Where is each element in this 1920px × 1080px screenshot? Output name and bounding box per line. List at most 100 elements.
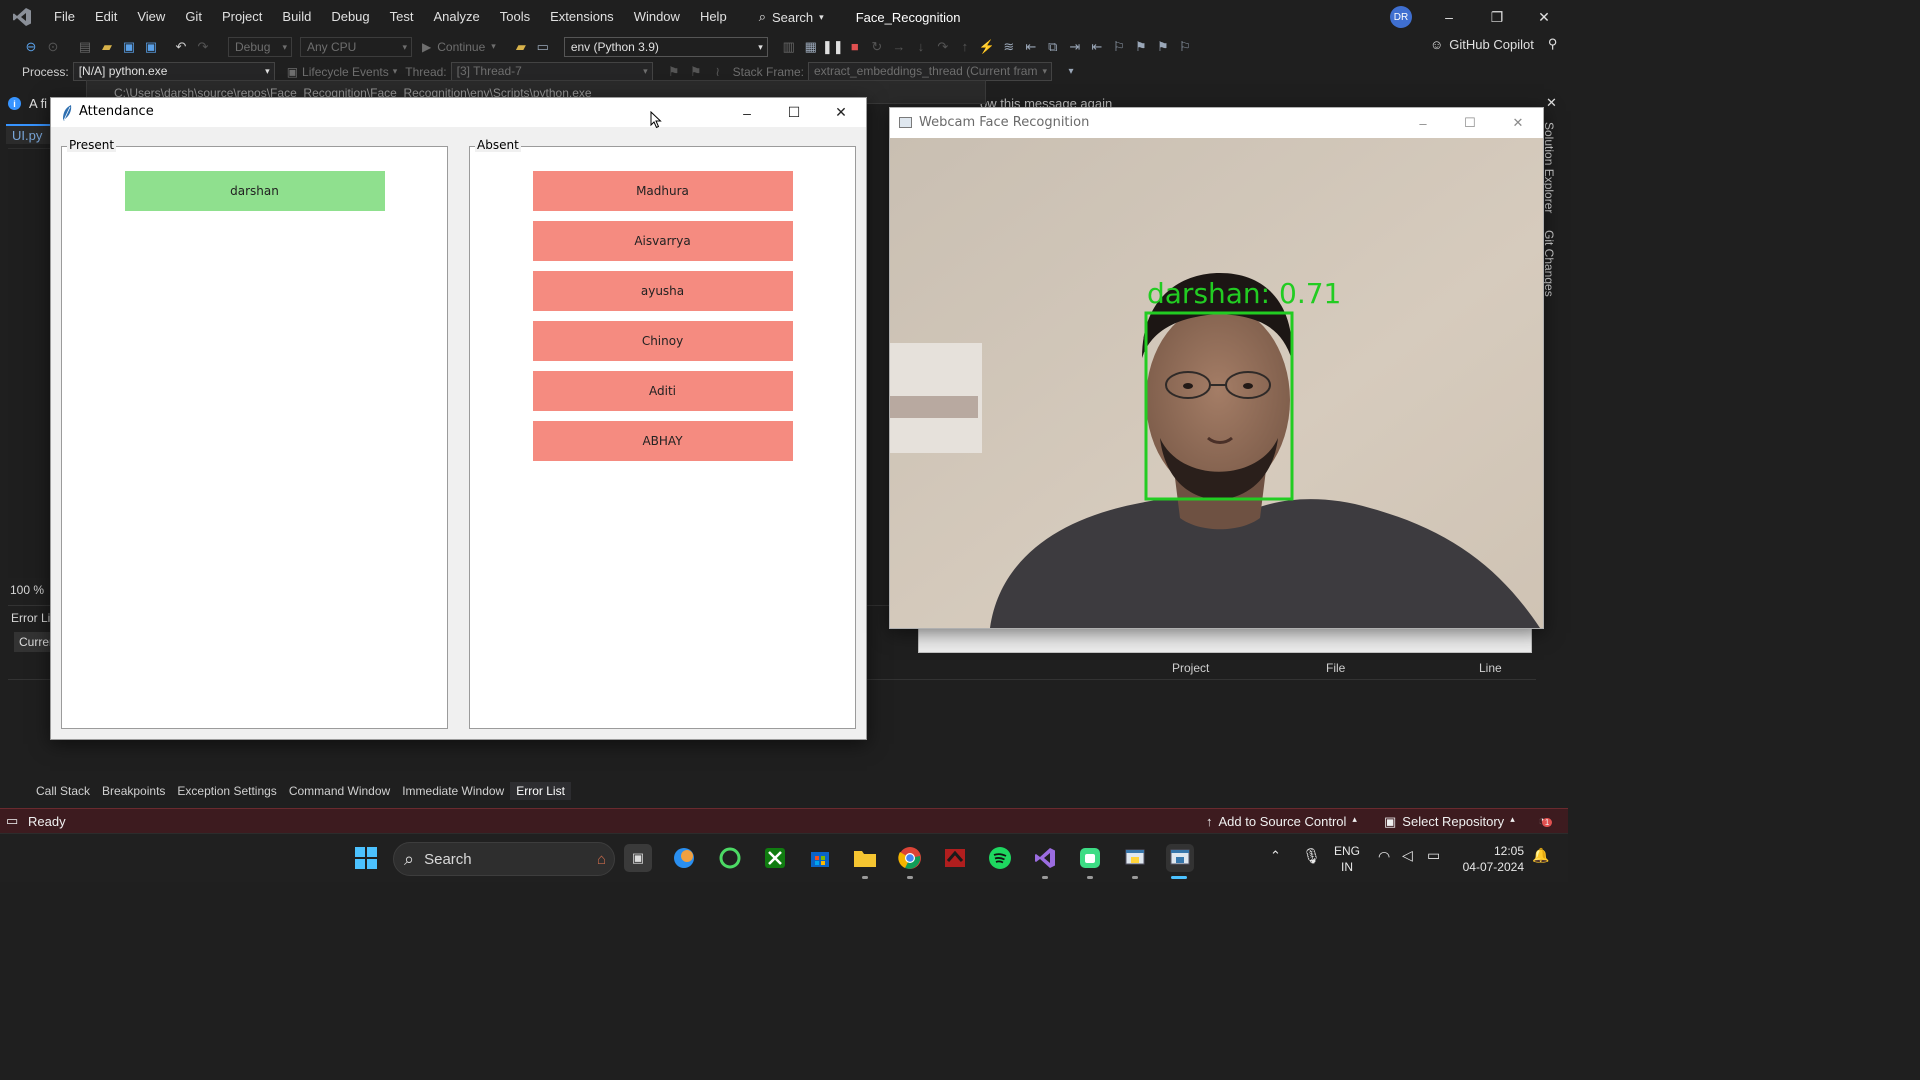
tab-command-window[interactable]: Command Window <box>283 782 396 800</box>
step-over-icon[interactable]: ↷ <box>932 36 954 58</box>
package-icon[interactable]: ▥ <box>778 36 800 58</box>
lifecycle-events-button[interactable]: ▣ Lifecycle Events ▾ <box>287 65 398 79</box>
minimize-button[interactable]: – <box>1426 0 1472 34</box>
task-view-icon[interactable]: ▣ <box>624 844 652 872</box>
tab-exception-settings[interactable]: Exception Settings <box>171 782 282 800</box>
undo-icon[interactable]: ↶ <box>170 36 192 58</box>
file-explorer-icon[interactable] <box>851 844 879 872</box>
webcam-maximize-button[interactable]: ☐ <box>1447 108 1493 138</box>
absent-person[interactable]: ayusha <box>532 271 793 311</box>
tab-error-list[interactable]: Error List <box>510 782 571 800</box>
redo-icon[interactable]: ↷ <box>192 36 214 58</box>
system-clock[interactable]: 12:05 04-07-2024 <box>1458 843 1524 875</box>
refresh-app-icon[interactable] <box>716 844 744 872</box>
attendance-minimize-button[interactable]: – <box>724 98 770 127</box>
menu-git[interactable]: Git <box>175 0 212 34</box>
add-to-source-control-button[interactable]: ↑ Add to Source Control ▴ <box>1206 814 1357 829</box>
battery-icon[interactable]: ▭ <box>1427 847 1440 864</box>
menu-edit[interactable]: Edit <box>85 0 127 34</box>
present-person[interactable]: darshan <box>124 171 385 211</box>
python-app-icon[interactable] <box>1121 844 1149 872</box>
comment-icon[interactable]: ⧉ <box>1042 36 1064 58</box>
menu-window[interactable]: Window <box>624 0 690 34</box>
menu-view[interactable]: View <box>127 0 175 34</box>
environment-dropdown[interactable]: env (Python 3.9) ▾ <box>563 36 768 57</box>
notifications-icon[interactable]: ◔1 <box>1538 813 1553 828</box>
continue-button[interactable]: ▶ Continue ▾ <box>422 40 496 54</box>
taskbar-search[interactable]: ⌕ Search ⌂ <box>393 842 615 876</box>
step-out-icon[interactable]: ↑ <box>954 36 976 58</box>
github-copilot-button[interactable]: ☺ GitHub Copilot ⚲ <box>1430 36 1557 52</box>
show-hidden-icons-icon[interactable]: ⌃ <box>1270 848 1281 864</box>
absent-person[interactable]: Madhura <box>532 171 793 211</box>
bookmark-icon[interactable]: ⚐ <box>1108 36 1130 58</box>
menu-tools[interactable]: Tools <box>490 0 540 34</box>
spotify-icon[interactable] <box>986 844 1014 872</box>
volume-icon[interactable]: ◁ <box>1402 847 1413 864</box>
xbox-icon[interactable] <box>761 844 789 872</box>
menu-file[interactable]: File <box>44 0 85 34</box>
forward-icon[interactable]: ⊙ <box>42 36 64 58</box>
diagnostics-icon[interactable]: ≋ <box>998 36 1020 58</box>
git-changes-tab[interactable]: Git Changes <box>1542 230 1556 297</box>
restore-button[interactable]: ❐ <box>1474 0 1520 34</box>
chrome-icon[interactable] <box>896 844 924 872</box>
absent-person[interactable]: Aditi <box>532 371 793 411</box>
store-icon[interactable] <box>806 844 834 872</box>
webcam-close-button[interactable]: ✕ <box>1495 108 1541 138</box>
hot-reload-icon[interactable]: ⚡ <box>976 36 998 58</box>
new-project-icon[interactable]: ▤ <box>74 36 96 58</box>
thread-dropdown[interactable]: [3] Thread-7 ▾ <box>450 62 653 81</box>
solution-explorer-tab[interactable]: Solution Explorer <box>1542 122 1556 213</box>
absent-person[interactable]: Chinoy <box>532 321 793 361</box>
process-dropdown[interactable]: [N/A] python.exe ▾ <box>72 62 275 81</box>
tab-breakpoints[interactable]: Breakpoints <box>96 782 171 800</box>
bookmark-next-icon[interactable]: ⚑ <box>1152 36 1174 58</box>
attendance-maximize-button[interactable]: ☐ <box>771 98 817 127</box>
menu-build[interactable]: Build <box>272 0 321 34</box>
layout-icon[interactable]: ▭ <box>532 36 554 58</box>
menu-help[interactable]: Help <box>690 0 737 34</box>
menu-test[interactable]: Test <box>380 0 424 34</box>
pause-icon[interactable]: ❚❚ <box>822 36 844 58</box>
stop-icon[interactable]: ■ <box>844 36 866 58</box>
input-language[interactable]: ENG IN <box>1334 843 1360 875</box>
menu-project[interactable]: Project <box>212 0 272 34</box>
absent-person[interactable]: ABHAY <box>532 421 793 461</box>
tab-immediate-window[interactable]: Immediate Window <box>396 782 510 800</box>
format-icon[interactable]: ⇤ <box>1020 36 1042 58</box>
browse-icon[interactable]: ▰ <box>510 36 532 58</box>
wifi-icon[interactable]: ◠ <box>1378 848 1390 865</box>
vs-search-button[interactable]: ⌕ Search ▾ <box>751 9 832 25</box>
avatar[interactable]: DR <box>1390 6 1412 28</box>
copilot-icon[interactable] <box>670 844 698 872</box>
android-app-icon[interactable] <box>1076 844 1104 872</box>
notification-center-icon[interactable]: 🔔 <box>1532 847 1549 864</box>
microphone-icon[interactable]: 🎙 <box>1302 847 1321 865</box>
restart-icon[interactable]: ↻ <box>866 36 888 58</box>
save-all-icon[interactable]: ▣ <box>140 36 162 58</box>
select-repository-button[interactable]: ▣ Select Repository ▴ <box>1384 814 1515 830</box>
start-icon[interactable] <box>352 844 380 872</box>
red-app-icon[interactable] <box>941 844 969 872</box>
show-next-statement-icon[interactable]: → <box>888 36 910 58</box>
close-button[interactable]: ✕ <box>1521 0 1567 34</box>
step-into-icon[interactable]: ↓ <box>910 36 932 58</box>
webcam-titlebar[interactable]: Webcam Face Recognition – ☐ ✕ <box>890 108 1543 138</box>
tab-ui-py[interactable]: UI.py <box>6 124 50 144</box>
info-close-icon[interactable]: ✕ <box>1546 95 1557 111</box>
bookmark-prev-icon[interactable]: ⚑ <box>1130 36 1152 58</box>
absent-person[interactable]: Aisvarrya <box>532 221 793 261</box>
open-folder-icon[interactable]: ▰ <box>96 36 118 58</box>
error-list-scope-dropdown[interactable]: Curren <box>14 632 56 652</box>
menu-extensions[interactable]: Extensions <box>540 0 624 34</box>
visual-studio-icon[interactable] <box>1031 844 1059 872</box>
menu-debug[interactable]: Debug <box>321 0 379 34</box>
window-layout-icon[interactable]: ▦ <box>800 36 822 58</box>
zoom-level[interactable]: 100 % <box>10 583 44 597</box>
platform-dropdown[interactable]: Any CPU ▾ <box>300 36 412 57</box>
back-icon[interactable]: ⊖ <box>20 36 42 58</box>
column-project[interactable]: Project <box>1172 661 1209 675</box>
column-file[interactable]: File <box>1326 661 1345 675</box>
attendance-close-button[interactable]: ✕ <box>818 98 864 127</box>
